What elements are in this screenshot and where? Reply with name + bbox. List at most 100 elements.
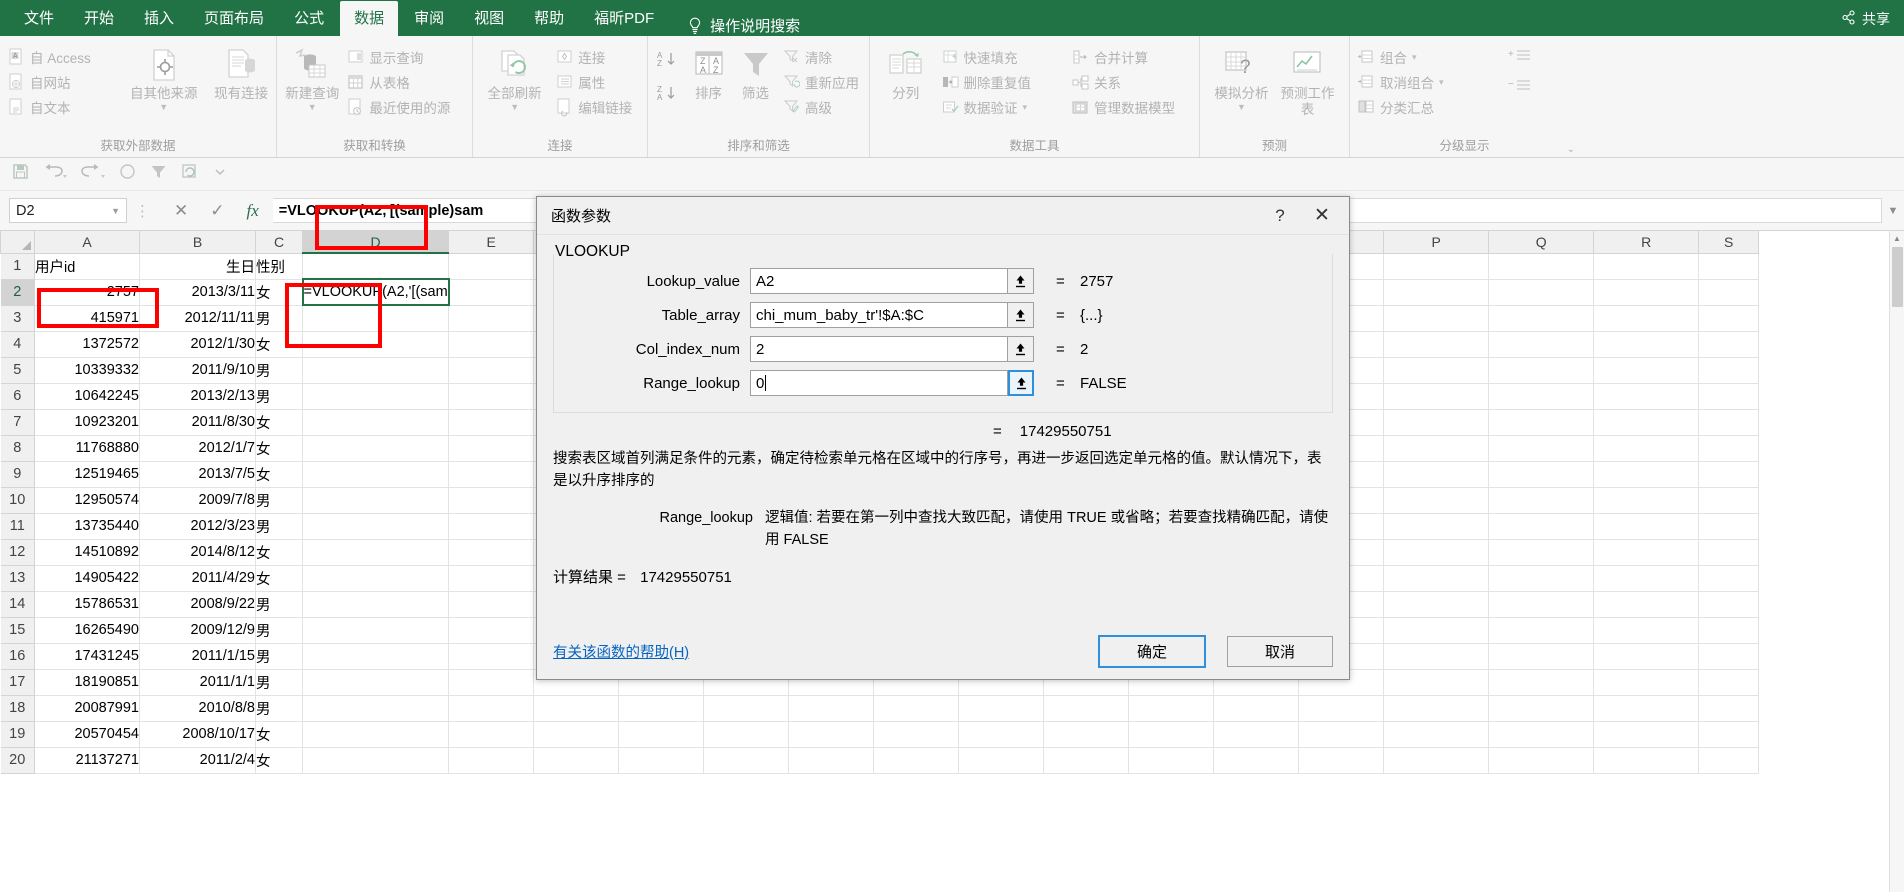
cell-B8[interactable]: 2012/1/7 — [139, 435, 256, 462]
flash-fill-button[interactable]: 快速填充 — [940, 46, 1067, 68]
row-header-2[interactable]: 2 — [0, 278, 35, 306]
cell-empty[interactable] — [1128, 695, 1215, 722]
row-header-5[interactable]: 5 — [0, 356, 35, 384]
cell-empty[interactable] — [1488, 487, 1595, 514]
menu-tab-4[interactable]: 公式 — [280, 1, 338, 36]
text-to-columns-button[interactable]: 分列 — [876, 44, 936, 102]
row-header-1[interactable]: 1 — [0, 252, 35, 280]
cell-B13[interactable]: 2011/4/29 — [139, 565, 256, 592]
cell-empty[interactable] — [1698, 591, 1760, 618]
cell-empty[interactable] — [1698, 695, 1760, 722]
menu-tab-2[interactable]: 插入 — [130, 1, 188, 36]
quick-access-dropdown-icon[interactable] — [213, 164, 227, 184]
cell-empty[interactable] — [1593, 539, 1700, 566]
cell-empty[interactable] — [1488, 305, 1595, 332]
cell-B9[interactable]: 2013/7/5 — [139, 461, 256, 488]
cell-C12[interactable]: 女 — [255, 539, 303, 566]
row-header-13[interactable]: 13 — [0, 564, 35, 592]
clear-filter-button[interactable]: 清除 — [781, 46, 863, 68]
share-button[interactable]: 共享 — [1841, 9, 1890, 29]
menu-tab-9[interactable]: 福昕PDF — [580, 1, 668, 36]
row-header-9[interactable]: 9 — [0, 460, 35, 488]
cell-empty[interactable] — [533, 695, 620, 722]
cell-empty[interactable] — [1383, 383, 1490, 410]
chevron-down-icon[interactable]: ▾ — [1439, 77, 1444, 88]
scrollbar-thumb[interactable] — [1892, 247, 1903, 307]
row-header-20[interactable]: 20 — [0, 746, 35, 774]
cell-empty[interactable] — [1488, 565, 1595, 592]
cell-B17[interactable]: 2011/1/1 — [139, 669, 256, 696]
column-header-R[interactable]: R — [1593, 231, 1700, 254]
cell-A8[interactable]: 11768880 — [34, 435, 140, 462]
cell-empty[interactable] — [1698, 279, 1760, 306]
cell-empty[interactable] — [1383, 409, 1490, 436]
cell-empty[interactable] — [1488, 383, 1595, 410]
menu-tab-8[interactable]: 帮助 — [520, 1, 578, 36]
manage-data-model-button[interactable]: 管理数据模型 — [1070, 96, 1193, 118]
cell-B20[interactable]: 2011/2/4 — [139, 747, 256, 774]
cell-A4[interactable]: 1372572 — [34, 331, 140, 358]
hide-detail-button[interactable]: − — [1508, 78, 1532, 100]
filter-button[interactable]: 筛选 — [734, 44, 777, 102]
cell-empty[interactable] — [1383, 435, 1490, 462]
cell-empty[interactable] — [1383, 513, 1490, 540]
cell-D14[interactable] — [302, 591, 450, 618]
cell-empty[interactable] — [1698, 461, 1760, 488]
cell-D15[interactable] — [302, 617, 450, 644]
cell-B16[interactable]: 2011/1/15 — [139, 643, 256, 670]
cell-C20[interactable]: 女 — [255, 747, 303, 774]
cell-A2[interactable]: 2757 — [34, 279, 140, 306]
cell-empty[interactable] — [1488, 695, 1595, 722]
show-queries-button[interactable]: 显示查询 — [345, 46, 466, 68]
edit-links-button[interactable]: 编辑链接 — [554, 96, 641, 118]
new-query-button[interactable]: 新建查询 ▼ — [283, 44, 341, 112]
cell-A19[interactable]: 20570454 — [34, 721, 140, 748]
sort-button[interactable]: ZAAZ 排序 — [687, 44, 730, 102]
cell-empty[interactable] — [1383, 305, 1490, 332]
cell-empty[interactable] — [1698, 487, 1760, 514]
cell-B14[interactable]: 2008/9/22 — [139, 591, 256, 618]
cell-empty[interactable] — [1488, 279, 1595, 306]
cell-empty[interactable] — [1383, 695, 1490, 722]
cell-empty[interactable] — [1298, 695, 1385, 722]
cell-empty[interactable] — [1698, 513, 1760, 540]
cell-C19[interactable]: 女 — [255, 721, 303, 748]
from-web-button[interactable]: 自网站 — [6, 71, 125, 93]
cell-A18[interactable]: 20087991 — [34, 695, 140, 722]
reapply-filter-button[interactable]: 重新应用 — [781, 71, 863, 93]
cell-D8[interactable] — [302, 435, 450, 462]
cell-D17[interactable] — [302, 669, 450, 696]
cell-empty[interactable] — [1593, 435, 1700, 462]
cell-empty[interactable] — [1488, 617, 1595, 644]
cell-empty[interactable] — [873, 695, 960, 722]
relationships-button[interactable]: 关系 — [1070, 71, 1193, 93]
chevron-down-icon[interactable]: ▼ — [159, 102, 168, 112]
cell-empty[interactable] — [1698, 305, 1760, 332]
argument-input-1[interactable]: chi_mum_baby_tr'!$A:$C — [750, 302, 1008, 328]
circle-icon[interactable] — [119, 163, 136, 185]
menu-tab-1[interactable]: 开始 — [70, 1, 128, 36]
cell-empty[interactable] — [788, 747, 875, 774]
tell-me-box[interactable]: 操作说明搜索 — [688, 15, 800, 36]
ungroup-button[interactable]: 取消组合 ▾ — [1356, 71, 1496, 93]
cell-empty[interactable] — [1383, 331, 1490, 358]
row-header-6[interactable]: 6 — [0, 382, 35, 410]
cell-A6[interactable]: 10642245 — [34, 383, 140, 410]
cell-empty[interactable] — [448, 617, 535, 644]
row-header-18[interactable]: 18 — [0, 694, 35, 722]
select-all-corner[interactable] — [0, 231, 35, 254]
cell-empty[interactable] — [448, 279, 535, 306]
cell-empty[interactable] — [448, 331, 535, 358]
cell-D16[interactable] — [302, 643, 450, 670]
forecast-sheet-button[interactable]: 预测工作表 — [1277, 44, 1339, 117]
cell-empty[interactable] — [703, 695, 790, 722]
cell-empty[interactable] — [1488, 253, 1595, 280]
function-arguments-dialog[interactable]: 函数参数 ? ✕ VLOOKUP Lookup_value A2 = 2757 Tabl… — [536, 196, 1350, 680]
cell-empty[interactable] — [1488, 513, 1595, 540]
chevron-down-icon[interactable]: ▼ — [111, 206, 120, 216]
cell-empty[interactable] — [1383, 721, 1490, 748]
cell-empty[interactable] — [1213, 747, 1300, 774]
data-validation-button[interactable]: 数据验证 ▾ — [940, 96, 1067, 118]
cell-D4[interactable] — [302, 331, 450, 358]
row-header-17[interactable]: 17 — [0, 668, 35, 696]
